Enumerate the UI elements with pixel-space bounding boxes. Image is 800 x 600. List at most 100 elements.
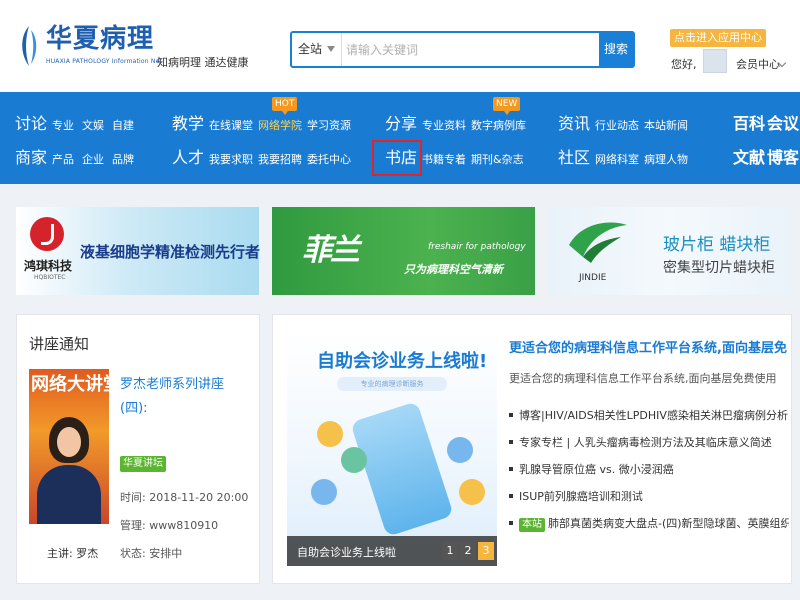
nav-item[interactable]: 期刊&杂志 <box>471 153 524 167</box>
nav-head-merchant[interactable]: 商家 <box>15 148 47 168</box>
list-item[interactable]: 本站 肺部真菌类病变大盘点-(四)新型隐球菌、英膜组织胞 <box>509 515 789 542</box>
logo-en-text: HUAXIA PATHOLOGY Information Net <box>46 58 163 65</box>
list-item[interactable]: ISUP前列腺癌培训和测试 <box>509 488 789 515</box>
bubble-icon <box>459 479 485 505</box>
jindie-logo-icon <box>569 222 627 263</box>
nav-item[interactable]: 我要招聘 <box>258 153 302 167</box>
nav-item[interactable]: 病理人物 <box>644 153 688 167</box>
caret-down-icon <box>327 46 335 52</box>
greeting-text: 您好, <box>671 58 697 71</box>
banner-jindie[interactable]: JINDIE 玻片柜 蜡块柜 密集型切片蜡块柜 <box>547 207 792 295</box>
nav-item[interactable]: 我要求职 <box>209 153 253 167</box>
nav-item[interactable]: 专业资料 <box>422 119 466 133</box>
slide-page-1-button[interactable]: 1 <box>442 542 458 560</box>
slide-page-3-button[interactable]: 3 <box>478 542 494 560</box>
list-item[interactable]: 博客|HIV/AIDS相关性LPDHIV感染相关淋巴瘤病例分析 <box>509 407 789 434</box>
nav-head-community[interactable]: 社区 <box>558 148 590 168</box>
panel-title: 讲座通知 <box>29 335 90 353</box>
search-input[interactable] <box>344 33 600 66</box>
news-title: 专家专栏 | 人乳头瘤病毒检测方法及其临床意义简述 <box>519 436 772 449</box>
nav-item-highlight[interactable]: 网络学院 <box>258 119 302 133</box>
lecture-host: 主讲: 罗杰 <box>47 547 99 560</box>
nav-head-talent[interactable]: 人才 <box>172 148 204 168</box>
slide-subtitle: 专业的病理诊断服务 <box>360 380 424 388</box>
slide-caption-bar: 自助会诊业务上线啦 1 2 3 <box>287 536 497 566</box>
logo-cn-text: 华夏病理 <box>46 24 155 54</box>
hot-badge: HOT <box>272 97 298 115</box>
feature-summary: 更适合您的病理科信息工作平台系统,面向基层免费使用 <box>509 372 777 385</box>
search-scope-select[interactable]: 全站 <box>292 33 342 66</box>
nav-item[interactable]: 学习资源 <box>307 119 351 133</box>
banner-title: 玻片柜 蜡块柜 <box>663 235 771 255</box>
feature-slideshow[interactable]: 自助会诊业务上线啦! 专业的病理诊断服务 自助会诊业务上线啦 1 2 3 <box>287 329 497 566</box>
slide-page-2-button[interactable]: 2 <box>460 542 476 560</box>
bubble-icon <box>311 479 337 505</box>
nav-item[interactable]: 产品 <box>52 153 74 167</box>
banner-brand-en: HQBIOTEC <box>34 274 66 281</box>
news-title: 博客|HIV/AIDS相关性LPDHIV感染相关淋巴瘤病例分析 <box>519 409 788 422</box>
banner-brand-name: 鸿琪科技 <box>24 259 73 273</box>
search-button[interactable]: 搜索 <box>599 33 633 66</box>
nav-item[interactable]: 文娱 <box>82 119 104 133</box>
banner-slogan: 液基细胞学精准检测先行者 <box>80 243 261 261</box>
search-bar: 全站 搜索 <box>290 31 635 68</box>
nav-item-meeting[interactable]: 会议 <box>767 114 799 134</box>
banner-subtitle: 密集型切片蜡块柜 <box>663 260 775 276</box>
slide-title: 自助会诊业务上线啦! <box>317 351 488 372</box>
nav-item[interactable]: 书籍专着 <box>422 153 466 167</box>
search-scope-label: 全站 <box>298 42 323 56</box>
bubble-icon <box>447 437 473 463</box>
nav-head-teaching[interactable]: 教学 <box>172 114 204 134</box>
list-item[interactable]: 专家专栏 | 人乳头瘤病毒检测方法及其临床意义简述 <box>509 434 789 461</box>
nav-item[interactable]: 专业 <box>52 119 74 133</box>
nav-item[interactable]: 委托中心 <box>307 153 351 167</box>
banner-brand-mark: 菲兰 <box>302 233 360 268</box>
logo-mark-icon <box>22 26 37 66</box>
lecture-name-link[interactable]: 罗杰老师系列讲座 (四): <box>120 373 250 421</box>
lecture-image[interactable]: 网络大讲堂 <box>29 369 109 524</box>
nav-item[interactable]: 品牌 <box>112 153 134 167</box>
nav-head-discuss[interactable]: 讨论 <box>15 114 47 134</box>
nav-head-share[interactable]: 分享 <box>385 114 417 134</box>
nav-head-news[interactable]: 资讯 <box>558 114 590 134</box>
lecture-admin: 管理: www810910 <box>120 519 219 532</box>
nav-item-wiki[interactable]: 百科 <box>733 114 765 134</box>
feature-headline-link[interactable]: 更适合您的病理科信息工作平台系统,面向基层免 <box>509 337 787 356</box>
hqbiotec-logo-icon <box>30 217 64 251</box>
nav-item-blog[interactable]: 博客 <box>767 148 799 168</box>
banner-hqbiotec[interactable]: 鸿琪科技 HQBIOTEC 液基细胞学精准检测先行者 <box>16 207 261 295</box>
speaker-face <box>57 427 81 457</box>
slide-subtitle-pill: 专业的病理诊断服务 <box>337 377 447 391</box>
site-header: 华夏病理 HUAXIA PATHOLOGY Information Net 知病… <box>0 0 800 92</box>
nav-item[interactable]: 本站新闻 <box>644 119 688 133</box>
lecture-status: 状态: 安排中 <box>120 547 183 560</box>
new-badge: NEW <box>493 97 521 115</box>
lecture-tag[interactable]: 华夏讲坛 <box>120 456 166 472</box>
news-title: 乳腺导管原位癌 vs. 微小浸润癌 <box>519 463 674 476</box>
site-logo[interactable]: 华夏病理 HUAXIA PATHOLOGY Information Net <box>16 22 162 72</box>
app-center-button[interactable]: 点击进入应用中心 <box>670 29 766 47</box>
phone-illustration <box>350 401 454 537</box>
news-title: ISUP前列腺癌培训和测试 <box>519 490 643 503</box>
nav-item-literature[interactable]: 文献 <box>733 148 765 168</box>
news-list: 博客|HIV/AIDS相关性LPDHIV感染相关淋巴瘤病例分析 专家专栏 | 人… <box>509 407 789 542</box>
main-nav: 讨论 专业 文娱 自建 商家 产品 企业 品牌 教学 在线课堂 网络学院 HOT… <box>0 92 800 184</box>
speaker-body <box>37 465 101 524</box>
banner-freshair[interactable]: 菲兰 freshair for pathology 只为病理科空气清新 <box>272 207 535 295</box>
lecture-time: 时间: 2018-11-20 20:00 <box>120 491 249 504</box>
banner-brand-en: freshair for pathology <box>428 242 526 252</box>
banner-brand-en: JINDIE <box>579 273 607 283</box>
nav-item[interactable]: 网络科室 <box>595 153 639 167</box>
nav-item[interactable]: 行业动态 <box>595 119 639 133</box>
nav-item[interactable]: 数字病例库 <box>471 119 526 133</box>
member-center-link[interactable]: 会员中心 <box>736 56 780 72</box>
bubble-icon <box>317 421 343 447</box>
nav-item[interactable]: 企业 <box>82 153 104 167</box>
nav-item[interactable]: 自建 <box>112 119 134 133</box>
list-item[interactable]: 乳腺导管原位癌 vs. 微小浸润癌 <box>509 461 789 488</box>
nav-head-bookstore[interactable]: 书店 <box>385 148 417 168</box>
lecture-image-text: 网络大讲堂 <box>31 374 109 395</box>
avatar[interactable] <box>703 49 727 73</box>
site-slogan: 知病明理 通达健康 <box>157 56 249 69</box>
nav-item[interactable]: 在线课堂 <box>209 119 253 133</box>
